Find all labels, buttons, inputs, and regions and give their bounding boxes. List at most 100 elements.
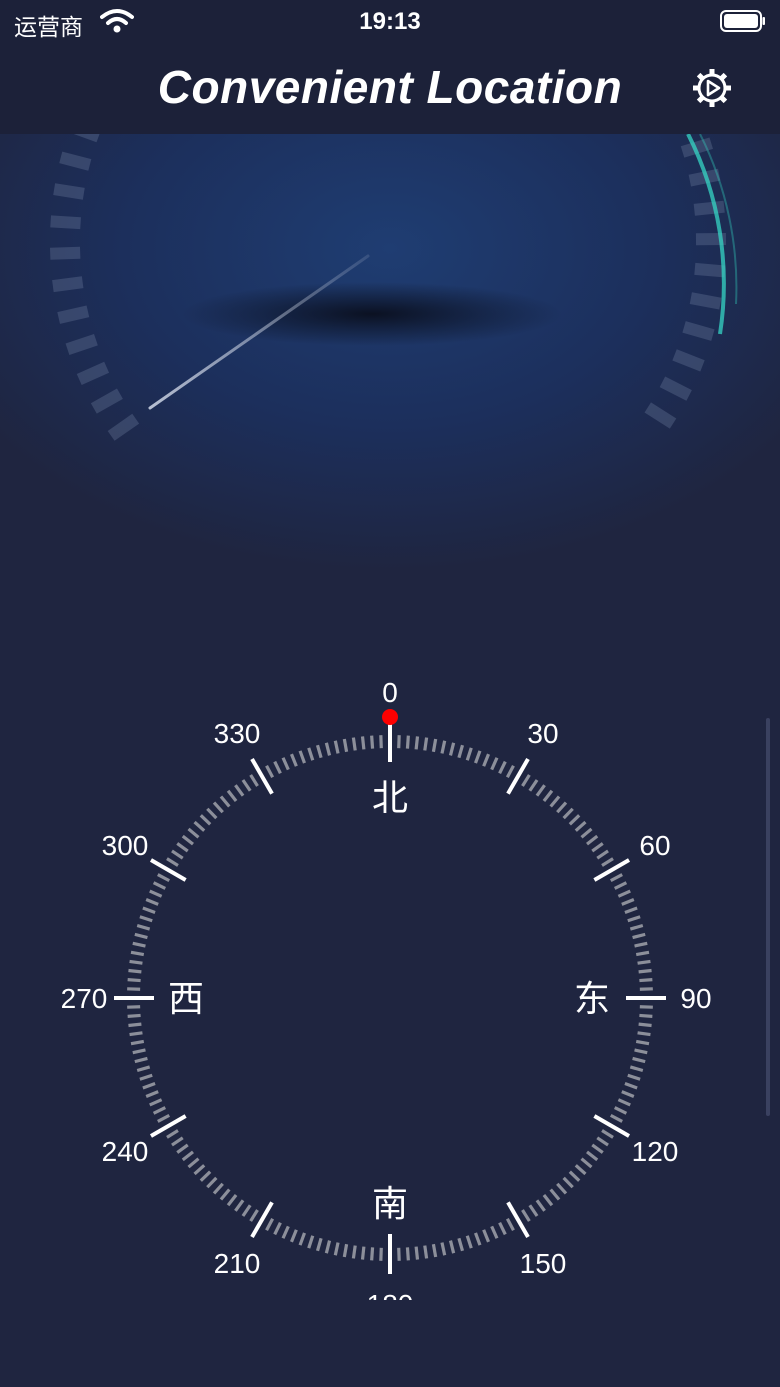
compass-minor-tick	[181, 834, 194, 846]
compass-minor-tick	[360, 1246, 366, 1260]
compass-minor-tick	[187, 827, 200, 839]
compass-minor-tick	[586, 834, 599, 846]
compass-minor-tick	[351, 737, 357, 751]
compass-minor-tick	[129, 959, 143, 965]
compass-minor-tick	[627, 915, 641, 923]
compass-minor-tick	[490, 1225, 499, 1239]
compass-minor-tick	[635, 1039, 650, 1046]
compass-minor-tick	[281, 1225, 290, 1239]
compass-minor-tick	[333, 1242, 340, 1256]
compass-minor-tick	[289, 753, 298, 767]
gauge-tick	[694, 262, 726, 278]
compass-minor-tick	[556, 801, 568, 814]
compass-major-tick	[250, 757, 274, 795]
compass-minor-tick	[166, 857, 179, 867]
compass-minor-tick	[157, 873, 171, 883]
compass-minor-tick	[212, 1182, 224, 1195]
compass-minor-tick	[157, 1113, 171, 1123]
compass-minor-tick	[307, 1235, 315, 1249]
cardinal-south: 南	[372, 1184, 408, 1225]
compass-minor-tick	[176, 842, 189, 853]
compass-minor-tick	[152, 1106, 167, 1115]
compass-minor-tick	[226, 1194, 238, 1207]
compass-minor-tick	[639, 978, 653, 983]
compass-minor-tick	[431, 738, 438, 753]
compass-minor-tick	[624, 1082, 638, 1090]
compass-minor-tick	[128, 1022, 142, 1028]
gauge-tick	[693, 200, 725, 216]
compass-minor-tick	[249, 1209, 259, 1222]
compass-minor-tick	[638, 1022, 652, 1028]
compass-minor-tick	[505, 1217, 515, 1231]
compass-minor-tick	[448, 1240, 456, 1254]
compass-minor-tick	[457, 744, 465, 759]
compass-minor-tick	[333, 740, 340, 754]
compass-minor-tick	[448, 742, 456, 756]
compass-minor-tick	[609, 1113, 623, 1123]
compass-minor-tick	[176, 1143, 189, 1154]
compass-minor-tick	[621, 897, 635, 906]
compass-minor-tick	[265, 765, 275, 779]
compass-minor-tick	[234, 1199, 245, 1212]
compass-minor-tick	[535, 784, 546, 797]
gear-icon	[693, 69, 731, 107]
compass-minor-tick	[405, 735, 410, 749]
compass-minor-tick	[181, 1150, 194, 1162]
compass-minor-tick	[423, 737, 429, 751]
compass-major-tick	[593, 858, 631, 882]
scroll-indicator[interactable]	[766, 718, 770, 1116]
north-marker	[382, 709, 398, 725]
compass-minor-tick	[241, 1204, 252, 1217]
compass-dial: 0306090120150180210240270300330 北 东 南 西	[0, 677, 780, 1310]
status-time: 19:13	[359, 8, 421, 35]
compass-minor-tick	[580, 827, 593, 839]
app-title: Convenient Location	[157, 61, 623, 113]
compass-minor-tick	[136, 923, 151, 931]
compass-degree-label: 120	[632, 1136, 679, 1167]
compass-minor-tick	[171, 849, 184, 860]
status-bar: 运营商 19:13	[0, 0, 780, 44]
gauge-tick	[682, 321, 715, 341]
compass-minor-tick	[490, 757, 499, 771]
compass-minor-tick	[171, 1136, 184, 1147]
compass-minor-tick	[145, 1090, 159, 1099]
compass-minor-tick	[139, 1073, 153, 1081]
compass-minor-tick	[638, 968, 652, 974]
compass-minor-tick	[465, 747, 473, 761]
compass-minor-tick	[474, 750, 482, 764]
compass-minor-tick	[199, 1170, 212, 1182]
gauge-tick	[689, 292, 722, 310]
compass-minor-tick	[457, 1237, 465, 1252]
compass-minor-tick	[431, 1243, 438, 1258]
compass-minor-tick	[149, 1098, 163, 1107]
compass-minor-tick	[617, 889, 631, 898]
compass-minor-tick	[613, 1106, 628, 1115]
compass-minor-tick	[562, 807, 574, 820]
compass-degree-label: 90	[680, 983, 711, 1014]
compass-minor-tick	[281, 757, 290, 771]
compass-minor-tick	[574, 820, 587, 832]
settings-button[interactable]	[690, 66, 734, 110]
compass-minor-tick	[127, 1013, 141, 1018]
compass-minor-tick	[226, 789, 238, 802]
gauge-tick	[53, 183, 85, 200]
compass-degree-label: 60	[639, 830, 670, 861]
compass-minor-tick	[568, 1170, 581, 1182]
compass-minor-tick	[152, 881, 167, 890]
compass-minor-tick	[596, 849, 609, 860]
compass-minor-tick	[127, 978, 141, 983]
compass-minor-tick	[465, 1235, 473, 1249]
compass-minor-tick	[574, 1164, 587, 1176]
cardinal-east: 东	[574, 979, 610, 1020]
compass-degree-label: 30	[527, 718, 558, 749]
compass-minor-tick	[568, 814, 581, 826]
compass-minor-tick	[145, 897, 159, 906]
compass-minor-tick	[249, 774, 259, 787]
compass-minor-tick	[591, 842, 604, 853]
compass-minor-tick	[423, 1245, 429, 1259]
compass-minor-tick	[629, 1065, 644, 1073]
gauge-tick	[50, 215, 81, 230]
compass-minor-tick	[637, 959, 651, 965]
compass-minor-tick	[307, 747, 315, 761]
gauge-tick	[52, 276, 84, 293]
